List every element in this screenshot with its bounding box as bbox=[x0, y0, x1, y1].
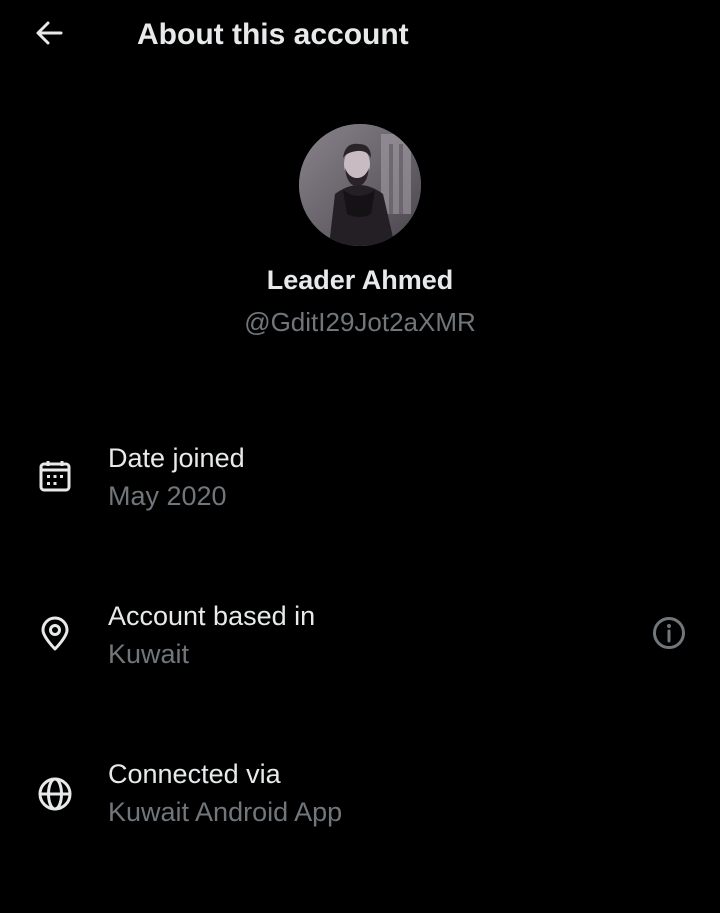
date-joined-value: May 2020 bbox=[108, 481, 227, 511]
connected-via-label: Connected via bbox=[108, 759, 281, 789]
info-button[interactable] bbox=[648, 614, 690, 656]
username-handle: @GditI29Jot2aXMR bbox=[244, 307, 476, 337]
info-icon bbox=[651, 615, 687, 656]
page-title: About this account bbox=[137, 18, 409, 51]
display-name: Leader Ahmed bbox=[266, 265, 454, 295]
account-based-in-value: Kuwait bbox=[108, 639, 190, 669]
connected-via-value: Kuwait Android App bbox=[108, 797, 343, 827]
account-based-in-label: Account based in bbox=[108, 601, 316, 631]
back-button[interactable] bbox=[28, 14, 70, 56]
account-based-in-row: Account based in Kuwait bbox=[0, 596, 720, 686]
avatar[interactable] bbox=[299, 124, 421, 246]
location-pin-icon bbox=[34, 613, 76, 655]
date-joined-row: Date joined May 2020 bbox=[0, 438, 720, 528]
header: About this account bbox=[0, 0, 720, 70]
calendar-icon bbox=[34, 455, 76, 497]
globe-icon bbox=[34, 773, 76, 815]
arrow-left-icon bbox=[33, 17, 65, 54]
connected-via-row: Connected via Kuwait Android App bbox=[0, 754, 720, 844]
date-joined-label: Date joined bbox=[108, 443, 245, 473]
